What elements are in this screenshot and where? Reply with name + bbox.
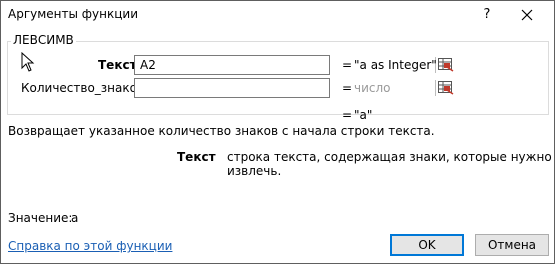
arg-equals-2: =: [342, 81, 353, 95]
arg-input-text[interactable]: A2: [134, 55, 456, 75]
arg-result-text: "a as Integer": [354, 58, 437, 72]
function-name: ЛЕВСИМВ: [11, 33, 76, 47]
value-label: Значение:: [8, 211, 73, 225]
arg-input-num-chars[interactable]: [134, 78, 456, 98]
arg-input-text-value: A2: [140, 58, 156, 72]
function-help-link[interactable]: Справка по этой функции: [8, 239, 172, 253]
arg-label-num-chars: Количество_знаков: [21, 81, 145, 95]
function-description: Возвращает указанное количество знаков с…: [8, 124, 435, 138]
help-button[interactable]: ?: [479, 6, 495, 24]
cancel-button[interactable]: Отмена: [475, 234, 549, 256]
arg-help-name: Текст: [177, 150, 216, 164]
arg-label-text: Текст: [98, 58, 137, 72]
function-arguments-dialog: Аргументы функции ? ЛЕВСИМВ Текст A2 = "…: [0, 0, 555, 264]
window-title: Аргументы функции: [8, 7, 139, 21]
ok-button[interactable]: OK: [390, 234, 464, 256]
range-select-icon[interactable]: [435, 80, 456, 96]
range-select-icon[interactable]: [435, 57, 456, 73]
value-result: a: [71, 211, 79, 225]
arg-help-text: строка текста, содержащая знаки, которые…: [227, 150, 552, 178]
arg-equals-1: =: [342, 58, 353, 72]
mouse-cursor-icon: [21, 51, 35, 75]
close-icon[interactable]: [517, 5, 537, 25]
overall-equals: =: [342, 108, 353, 122]
arg-result-num-chars: число: [354, 81, 391, 95]
title-bar: Аргументы функции ?: [1, 1, 554, 31]
overall-result: "a": [354, 108, 373, 122]
